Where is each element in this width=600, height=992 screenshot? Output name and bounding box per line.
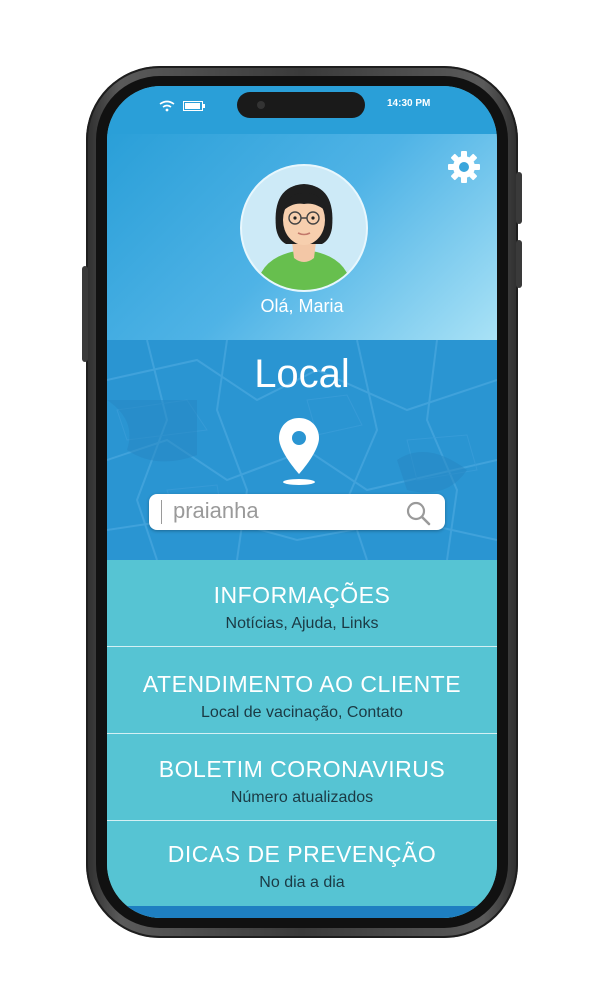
menu-item-atendimento[interactable]: ATENDIMENTO AO CLIENTE Local de vacinaçã… bbox=[107, 647, 497, 734]
menu-item-boletim[interactable]: BOLETIM CORONAVIRUS Número atualizados bbox=[107, 734, 497, 821]
battery-icon bbox=[183, 101, 205, 111]
search-bar[interactable] bbox=[149, 494, 445, 530]
menu-item-title: ATENDIMENTO AO CLIENTE bbox=[142, 671, 462, 697]
menu-item-title: INFORMAÇÕES bbox=[213, 582, 391, 608]
notch bbox=[237, 92, 365, 118]
status-bar: 14:30 PM bbox=[107, 86, 497, 134]
local-title: Local bbox=[254, 352, 350, 396]
menu-item-subtitle: Notícias, Ajuda, Links bbox=[225, 615, 379, 632]
menu-item-informacoes[interactable]: INFORMAÇÕES Notícias, Ajuda, Links bbox=[107, 560, 497, 647]
location-pin-icon[interactable] bbox=[277, 416, 321, 488]
side-button bbox=[516, 240, 522, 288]
gear-icon[interactable] bbox=[447, 150, 481, 184]
menu-item-title: BOLETIM CORONAVIRUS bbox=[158, 756, 446, 782]
menu-item-subtitle: No dia a dia bbox=[259, 874, 345, 891]
profile-header: Olá, Maria bbox=[107, 134, 497, 340]
menu-list: INFORMAÇÕES Notícias, Ajuda, Links ATEND… bbox=[107, 560, 497, 918]
phone-screen: 14:30 PM Olá, Maria Local praianha INFOR… bbox=[107, 86, 497, 918]
search-input[interactable] bbox=[173, 498, 403, 524]
wifi-icon bbox=[159, 100, 175, 112]
status-time: 14:30 PM bbox=[387, 98, 431, 109]
text-cursor bbox=[161, 500, 162, 524]
local-section: Local bbox=[107, 340, 497, 560]
menu-item-subtitle: Número atualizados bbox=[230, 789, 374, 806]
avatar[interactable] bbox=[240, 164, 368, 292]
bottom-bar bbox=[107, 906, 497, 918]
power-button bbox=[516, 172, 522, 224]
avatar-image bbox=[256, 184, 352, 290]
greeting-text: Olá, Maria bbox=[260, 296, 344, 316]
volume-button bbox=[82, 266, 88, 362]
camera-icon bbox=[257, 101, 265, 109]
menu-item-dicas[interactable]: DICAS DE PREVENÇÃO No dia a dia bbox=[107, 821, 497, 907]
menu-item-title: DICAS DE PREVENÇÃO bbox=[167, 841, 437, 867]
search-icon[interactable] bbox=[405, 500, 431, 526]
menu-item-subtitle: Local de vacinação, Contato bbox=[201, 704, 403, 721]
